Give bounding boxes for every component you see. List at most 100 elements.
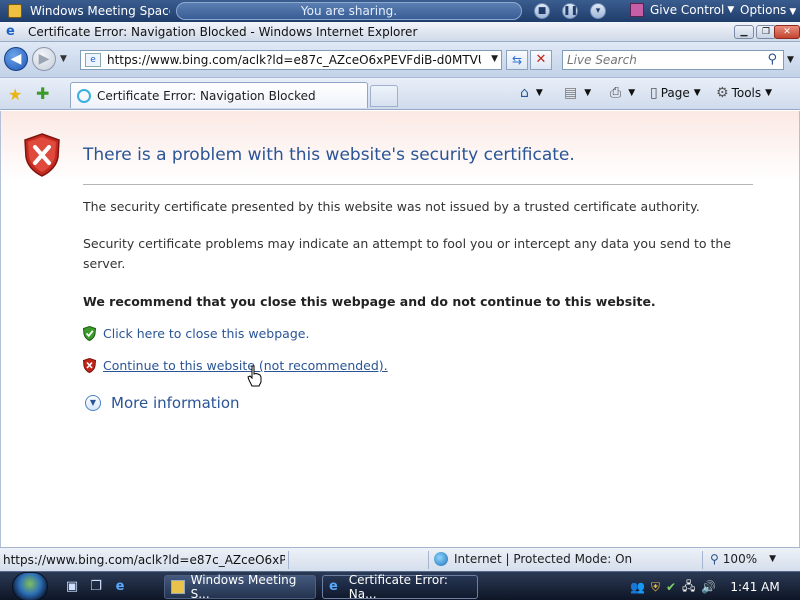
- tools-menu-button[interactable]: ⚙ Tools ▼: [716, 85, 772, 101]
- forward-button[interactable]: ▶: [32, 47, 56, 71]
- ie-logo-icon: e: [6, 23, 15, 39]
- recent-pages-dropdown[interactable]: ▼: [60, 54, 67, 64]
- give-control-button[interactable]: Give Control ▼: [630, 3, 734, 17]
- taskbar-item-ie[interactable]: e Certificate Error: Na...: [322, 573, 478, 600]
- security-zone[interactable]: Internet | Protected Mode: On: [434, 552, 632, 566]
- address-url[interactable]: https://www.bing.com/aclk?ld=e87c_AZceO6…: [107, 53, 481, 67]
- system-tray: 👥 ⛨ ✔ 🖧 🔊 1:41 AM: [630, 576, 796, 598]
- chevron-down-icon: ▼: [769, 554, 777, 564]
- divider: [428, 551, 429, 569]
- tools-menu-label: Tools: [731, 86, 762, 100]
- more-information-toggle[interactable]: ▼ More information: [85, 394, 240, 412]
- ie-quicklaunch-icon[interactable]: e: [112, 579, 128, 595]
- show-desktop-icon[interactable]: ▣: [64, 579, 80, 595]
- recommendation-text: We recommend that you close this webpage…: [83, 294, 656, 309]
- tab-label: Certificate Error: Navigation Blocked: [97, 88, 316, 103]
- network-check-icon[interactable]: ✔: [666, 580, 676, 594]
- close-webpage-link[interactable]: Click here to close this webpage.: [103, 326, 309, 341]
- close-page-row: Click here to close this webpage.: [83, 326, 309, 341]
- favorites-star-icon[interactable]: ★: [8, 85, 22, 104]
- clock[interactable]: 1:41 AM: [730, 580, 779, 594]
- give-control-label: Give Control: [650, 3, 725, 17]
- meeting-space-icon: [8, 4, 22, 18]
- home-button[interactable]: ⌂ ▼: [520, 85, 543, 101]
- back-button[interactable]: ◀: [4, 47, 28, 71]
- search-box[interactable]: ⚲: [562, 50, 784, 70]
- tab-certificate-error[interactable]: Certificate Error: Navigation Blocked: [70, 82, 368, 108]
- chevron-down-icon: ▼: [765, 88, 773, 98]
- search-input[interactable]: [567, 51, 757, 69]
- user-avatar-icon: [630, 3, 644, 17]
- taskbar-item-meeting-space[interactable]: Windows Meeting S...: [164, 573, 316, 600]
- search-options-dropdown[interactable]: ▼: [787, 55, 794, 65]
- divider: [702, 551, 703, 569]
- chevron-down-icon: ▼: [727, 5, 735, 15]
- security-shield-icon[interactable]: ⛨: [651, 580, 660, 595]
- print-button[interactable]: ⎙ ▼: [610, 85, 635, 101]
- address-dropdown-icon[interactable]: ▼: [491, 54, 498, 64]
- meeting-app-title[interactable]: Windows Meeting Space...: [30, 4, 170, 18]
- zoom-control[interactable]: ⚲ 100% ▼: [710, 552, 776, 566]
- maximize-button[interactable]: ❐: [756, 25, 776, 39]
- address-bar[interactable]: e https://www.bing.com/aclk?ld=e87c_AZce…: [80, 50, 502, 70]
- chevron-down-icon: ▼: [535, 88, 543, 98]
- start-button[interactable]: [12, 572, 48, 600]
- zone-label: Internet | Protected Mode: On: [454, 552, 633, 566]
- refresh-button[interactable]: ⇆: [506, 50, 528, 70]
- page-title: There is a problem with this website's s…: [83, 145, 575, 165]
- chevron-down-icon: ▼: [789, 7, 797, 17]
- pause-sharing-icon[interactable]: ❚❚: [562, 3, 578, 19]
- safe-shield-icon: [83, 326, 96, 341]
- task-label: Certificate Error: Na...: [348, 573, 448, 600]
- gear-icon: ⚙: [716, 85, 729, 101]
- more-information-label: More information: [111, 394, 240, 412]
- address-toolbar: ◀ ▶ ▼ e https://www.bing.com/aclk?ld=e87…: [0, 42, 800, 78]
- status-bar: https://www.bing.com/aclk?ld=e87c_AZceO6…: [0, 547, 800, 571]
- add-favorites-icon[interactable]: ✚: [36, 84, 49, 103]
- error-shield-icon: [24, 133, 60, 177]
- page-icon: e: [85, 53, 101, 67]
- tab-toolbar: ★ ✚ Certificate Error: Navigation Blocke…: [0, 78, 800, 110]
- page-content: There is a problem with this website's s…: [0, 111, 800, 547]
- page-menu-label: Page: [660, 86, 690, 100]
- new-tab-button[interactable]: [370, 85, 398, 107]
- chevron-down-icon: ▼: [628, 88, 636, 98]
- danger-shield-icon: [83, 358, 96, 373]
- switch-windows-icon[interactable]: ❐: [88, 579, 104, 595]
- options-label: Options: [740, 3, 787, 17]
- zoom-icon: ⚲: [710, 552, 719, 566]
- home-icon: ⌂: [520, 85, 529, 101]
- continue-row: Continue to this website (not recommende…: [83, 358, 388, 373]
- globe-icon: [434, 552, 448, 566]
- network-icon[interactable]: 🖧: [682, 577, 695, 598]
- stop-sharing-icon[interactable]: ■: [534, 3, 550, 19]
- stop-button[interactable]: ✕: [530, 50, 552, 70]
- page-menu-button[interactable]: ▯ Page ▼: [650, 85, 701, 101]
- taskbar: ▣ ❐ e Windows Meeting S... e Certificate…: [0, 571, 800, 600]
- options-button[interactable]: Options ▼: [740, 3, 796, 17]
- continue-to-website-link[interactable]: Continue to this website (not recommende…: [103, 358, 388, 373]
- hand-cursor-icon: [247, 365, 262, 387]
- chevron-down-icon: ▼: [584, 88, 592, 98]
- close-window-button[interactable]: ✕: [774, 25, 800, 39]
- printer-icon: ⎙: [610, 85, 622, 101]
- feeds-button[interactable]: ▤ ▼: [564, 85, 591, 101]
- window-titlebar: e Certificate Error: Navigation Blocked …: [0, 22, 800, 42]
- expand-chevron-icon: ▼: [85, 395, 101, 411]
- page-icon: ▯: [650, 85, 658, 101]
- sharing-status: You are sharing.: [176, 2, 522, 20]
- ie-logo-icon: e: [329, 579, 338, 594]
- meeting-space-icon: [171, 580, 185, 594]
- zoom-level: 100%: [722, 552, 758, 566]
- divider: [288, 551, 289, 569]
- volume-icon[interactable]: 🔊: [701, 580, 716, 594]
- minimize-button[interactable]: ▁: [734, 25, 754, 39]
- search-icon[interactable]: ⚲: [767, 52, 777, 67]
- meeting-sharing-bar: Windows Meeting Space... You are sharing…: [0, 0, 800, 22]
- status-url: https://www.bing.com/aclk?ld=e87c_AZceO6…: [3, 553, 285, 567]
- divider: [83, 184, 753, 185]
- sharing-menu-icon[interactable]: ▾: [590, 3, 606, 19]
- rss-icon: ▤: [564, 85, 578, 101]
- meeting-users-icon[interactable]: 👥: [630, 580, 645, 594]
- window-title: Certificate Error: Navigation Blocked - …: [28, 24, 418, 39]
